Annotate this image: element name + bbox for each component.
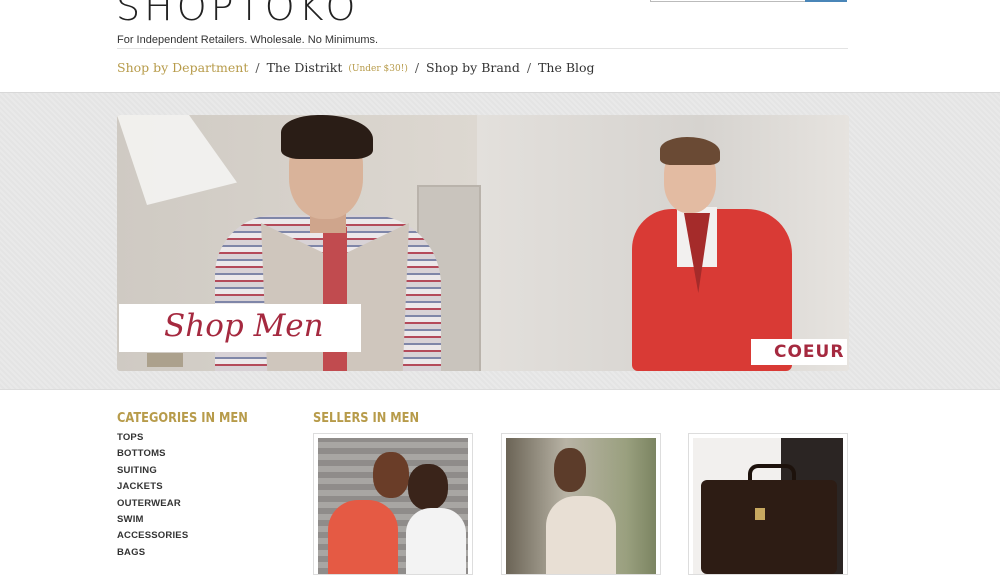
- hero-banner[interactable]: Shop Men COEUR: [117, 115, 849, 371]
- seller-card[interactable]: [688, 433, 848, 575]
- nav-shop-by-department[interactable]: Shop by Department: [117, 60, 248, 75]
- tagline: For Independent Retailers. Wholesale. No…: [117, 34, 379, 46]
- nav-the-distrikt[interactable]: The Distrikt: [267, 60, 343, 75]
- seller-card[interactable]: [501, 433, 661, 575]
- category-accessories[interactable]: ACCESSORIES: [117, 529, 188, 545]
- nav-separator: /: [414, 60, 420, 75]
- nav-the-blog[interactable]: The Blog: [538, 60, 594, 75]
- shop-men-label: Shop Men: [164, 308, 324, 344]
- main-nav: Shop by Department / The Distrikt (Under $3…: [117, 60, 595, 75]
- seller-card[interactable]: [313, 433, 473, 575]
- seller-photo-dress: [506, 438, 656, 574]
- hero-stamp: [147, 353, 183, 367]
- brand-badge[interactable]: COEUR: [751, 339, 847, 365]
- category-tops[interactable]: TOPS: [117, 431, 188, 447]
- category-bags[interactable]: BAGS: [117, 546, 188, 562]
- site-header: SHOPTOKO For Independent Retailers. Whol…: [0, 0, 1000, 92]
- search-input[interactable]: [650, 0, 806, 2]
- categories-list: TOPS BOTTOMS SUITING JACKETS OUTERWEAR S…: [117, 431, 188, 562]
- header-divider: [117, 48, 848, 49]
- seller-photo-bag: [693, 438, 843, 574]
- hero-model-right: [622, 137, 802, 371]
- category-outerwear[interactable]: OUTERWEAR: [117, 497, 188, 513]
- category-swim[interactable]: SWIM: [117, 513, 188, 529]
- nav-shop-by-brand[interactable]: Shop by Brand: [426, 60, 520, 75]
- category-suiting[interactable]: SUITING: [117, 464, 188, 480]
- nav-distrikt-note[interactable]: (Under $30!): [348, 64, 407, 74]
- category-jackets[interactable]: JACKETS: [117, 480, 188, 496]
- category-bottoms[interactable]: BOTTOMS: [117, 447, 188, 463]
- nav-separator: /: [255, 60, 260, 75]
- site-logo[interactable]: SHOPTOKO: [116, 0, 359, 26]
- categories-heading: CATEGORIES IN MEN: [117, 411, 248, 426]
- sellers-heading: SELLERS IN MEN: [313, 411, 420, 426]
- seller-photo-couple: [318, 438, 468, 574]
- search-button[interactable]: [805, 0, 847, 2]
- shop-men-button[interactable]: Shop Men: [119, 304, 361, 352]
- nav-separator: /: [526, 60, 532, 75]
- brand-badge-label: COEUR: [774, 342, 845, 362]
